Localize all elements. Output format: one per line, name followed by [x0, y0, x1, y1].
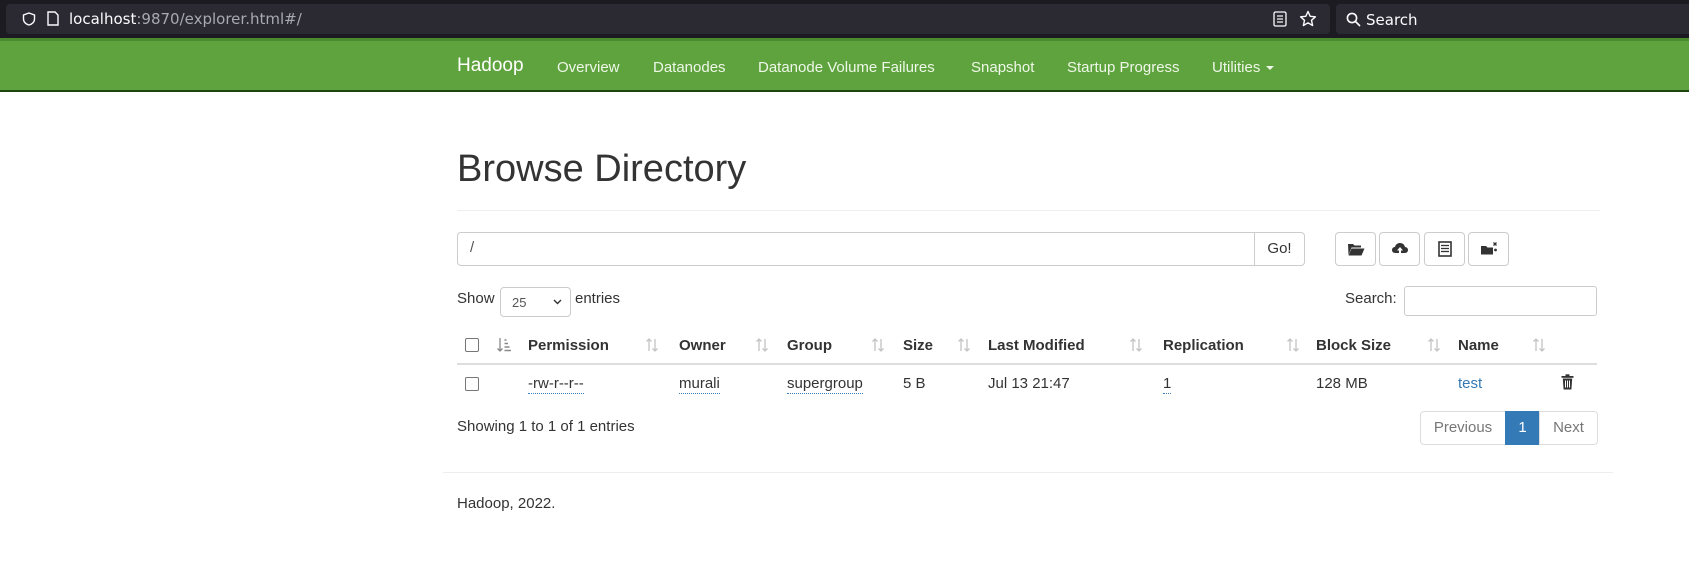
navbar: Hadoop Overview Datanodes Datanode Volum…	[0, 38, 1689, 92]
cloud-upload-icon	[1392, 243, 1408, 256]
sort-icon[interactable]	[1427, 337, 1441, 353]
reader-view-icon[interactable]	[1273, 11, 1287, 27]
table-header: Permission Owner Group Size Last Modifie…	[457, 327, 1597, 365]
nav-datanode-volume-failures[interactable]: Datanode Volume Failures	[758, 59, 935, 76]
page-length-value: 25	[512, 295, 527, 310]
sort-icon[interactable]	[645, 337, 659, 353]
column-header-last-modified[interactable]: Last Modified	[988, 337, 1085, 354]
nav-utilities-label: Utilities	[1212, 59, 1261, 76]
navbar-brand[interactable]: Hadoop	[457, 55, 524, 77]
cell-name-link[interactable]: test	[1458, 375, 1482, 392]
browser-search-box[interactable]: Search	[1336, 4, 1689, 34]
cell-replication[interactable]: 1	[1163, 375, 1172, 394]
pagination-page-1[interactable]: 1	[1505, 411, 1540, 445]
cell-group[interactable]: supergroup	[787, 375, 863, 394]
column-header-permission[interactable]: Permission	[528, 337, 609, 354]
page-icon	[47, 11, 59, 26]
directory-path-input[interactable]: /	[457, 232, 1255, 266]
sort-icon[interactable]	[957, 337, 971, 353]
table-search-input[interactable]	[1404, 286, 1597, 316]
pagination-previous[interactable]: Previous	[1420, 411, 1506, 445]
trash-icon[interactable]	[1561, 374, 1574, 390]
column-header-owner[interactable]: Owner	[679, 337, 726, 354]
browser-toolbar: localhost:9870/explorer.html#/ Search	[0, 0, 1689, 38]
cut-paste-button[interactable]	[1468, 232, 1509, 266]
title-divider	[457, 210, 1600, 211]
go-button[interactable]: Go!	[1254, 232, 1305, 266]
table-info: Showing 1 to 1 of 1 entries	[457, 418, 635, 435]
caret-down-icon	[1266, 66, 1275, 71]
pagination-next[interactable]: Next	[1539, 411, 1598, 445]
nav-utilities-dropdown[interactable]: Utilities	[1212, 59, 1275, 76]
column-header-group[interactable]: Group	[787, 337, 832, 354]
cell-size: 5 B	[903, 375, 926, 392]
folder-cut-icon	[1481, 242, 1497, 255]
nav-startup-progress[interactable]: Startup Progress	[1067, 59, 1180, 76]
browser-search-placeholder: Search	[1366, 11, 1418, 29]
cell-permission[interactable]: -rw-r--r--	[528, 375, 584, 394]
cell-block-size: 128 MB	[1316, 375, 1368, 392]
select-all-checkbox[interactable]	[465, 338, 479, 352]
list-alt-icon	[1438, 241, 1452, 257]
cell-last-modified: Jul 13 21:47	[988, 375, 1070, 392]
footer-text: Hadoop, 2022.	[457, 495, 556, 512]
nav-datanodes[interactable]: Datanodes	[653, 59, 726, 76]
nav-overview[interactable]: Overview	[557, 59, 620, 76]
sort-icon[interactable]	[1129, 337, 1143, 353]
sort-icon[interactable]	[871, 337, 885, 353]
url-path: :9870/explorer.html#/	[136, 10, 302, 28]
column-header-name[interactable]: Name	[1458, 337, 1499, 354]
view-button[interactable]	[1424, 232, 1465, 266]
column-header-size[interactable]: Size	[903, 337, 933, 354]
sort-ascending-icon[interactable]	[497, 337, 511, 353]
page-length-select[interactable]: 25	[500, 287, 571, 317]
url-text[interactable]: localhost:9870/explorer.html#/	[69, 10, 302, 28]
bookmark-star-icon[interactable]	[1299, 10, 1317, 28]
footer-divider	[443, 472, 1613, 473]
cell-owner[interactable]: murali	[679, 375, 720, 394]
sort-icon[interactable]	[755, 337, 769, 353]
create-directory-button[interactable]	[1335, 232, 1376, 266]
sort-icon[interactable]	[1286, 337, 1300, 353]
show-label: Show	[457, 290, 495, 307]
nav-snapshot[interactable]: Snapshot	[971, 59, 1034, 76]
url-host: localhost	[69, 10, 137, 28]
table-row: -rw-r--r-- murali supergroup 5 B Jul 13 …	[457, 366, 1597, 403]
column-header-block-size[interactable]: Block Size	[1316, 337, 1391, 354]
table-search-label: Search:	[1345, 290, 1397, 307]
page-title: Browse Directory	[457, 148, 747, 190]
search-icon	[1346, 12, 1361, 27]
upload-button[interactable]	[1379, 232, 1420, 266]
sort-icon[interactable]	[1532, 337, 1546, 353]
chevron-down-icon	[553, 299, 562, 305]
entries-label: entries	[575, 290, 621, 307]
folder-open-icon	[1348, 244, 1365, 256]
shield-icon[interactable]	[22, 12, 36, 26]
row-select-checkbox[interactable]	[465, 377, 479, 391]
column-header-replication[interactable]: Replication	[1163, 337, 1244, 354]
